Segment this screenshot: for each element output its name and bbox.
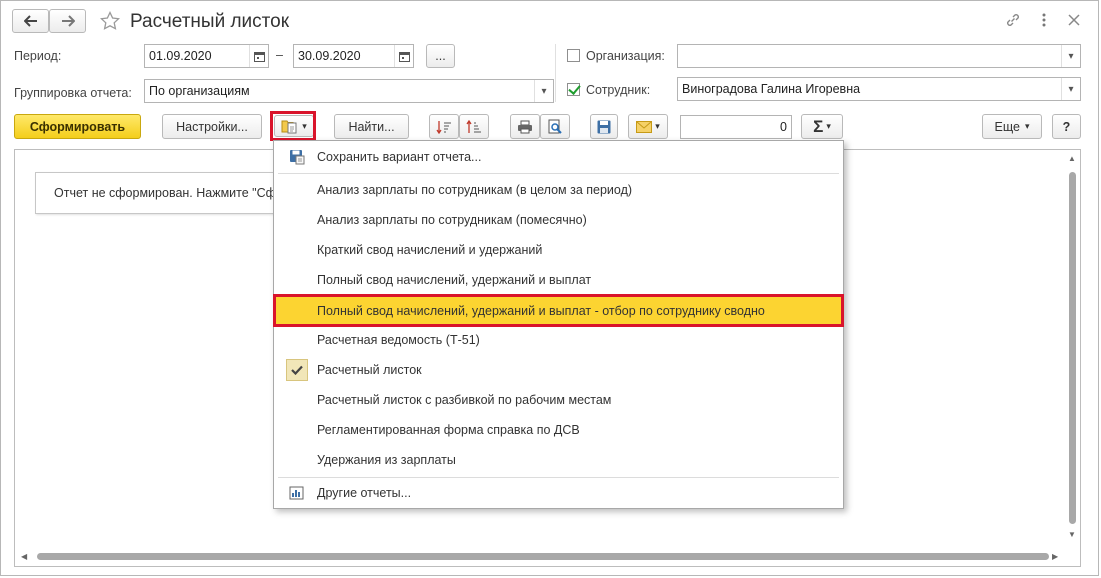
arrow-left-icon	[23, 15, 38, 27]
menu-item-label: Регламентированная форма справка по ДСВ	[317, 423, 580, 437]
amount-field[interactable]: 0	[680, 115, 792, 139]
link-icon[interactable]	[1005, 12, 1021, 28]
print-preview-icon	[547, 119, 563, 135]
menu-item-report-variant[interactable]: Удержания из зарплаты	[274, 445, 843, 475]
period-from-input[interactable]: 01.09.2020	[144, 44, 269, 68]
vertical-scroll-thumb[interactable]	[1069, 172, 1076, 524]
menu-item-report-variant-highlighted[interactable]: Полный свод начислений, удержаний и выпл…	[273, 294, 844, 327]
menu-item-other-reports[interactable]: Другие отчеты...	[274, 478, 843, 508]
arrow-right-icon	[61, 15, 75, 27]
period-select-button[interactable]: ...	[426, 44, 455, 68]
menu-item-label: Расчетный листок с разбивкой по рабочим …	[317, 393, 612, 407]
help-button[interactable]: ?	[1052, 114, 1081, 139]
other-reports-icon	[289, 485, 305, 501]
chevron-down-icon[interactable]: ▾	[1061, 45, 1080, 67]
highlight-frame-variants	[270, 111, 316, 141]
save-variant-icon	[289, 149, 305, 165]
employee-checkbox[interactable]	[567, 83, 580, 96]
envelope-icon	[636, 120, 653, 133]
menu-item-label: Полный свод начислений, удержаний и выпл…	[317, 273, 592, 287]
menu-item-report-variant[interactable]: Краткий свод начислений и удержаний	[274, 235, 843, 265]
floppy-disk-icon	[597, 120, 611, 134]
calendar-icon[interactable]	[394, 45, 413, 67]
printer-icon	[517, 120, 533, 134]
period-to-value: 30.09.2020	[298, 49, 361, 63]
menu-item-report-variant[interactable]: Анализ зарплаты по сотрудникам (в целом …	[274, 175, 843, 205]
menu-item-report-variant[interactable]: Регламентированная форма справка по ДСВ	[274, 415, 843, 445]
scroll-up-icon[interactable]: ▲	[1068, 154, 1076, 163]
report-variants-menu: Сохранить вариант отчета... Анализ зарпл…	[273, 140, 844, 509]
sum-icon: Σ	[813, 116, 824, 136]
settings-button[interactable]: Настройки...	[162, 114, 262, 139]
grouping-value: По организациям	[149, 84, 250, 98]
horizontal-scrollbar[interactable]: ◀ ▶	[17, 550, 1064, 563]
menu-item-label: Другие отчеты...	[317, 486, 412, 500]
sort-descending-button[interactable]	[429, 114, 459, 139]
menu-item-save-variant[interactable]: Сохранить вариант отчета...	[274, 142, 843, 172]
chevron-down-icon[interactable]: ▾	[534, 80, 553, 102]
period-from-value: 01.09.2020	[149, 49, 212, 63]
scroll-right-icon[interactable]: ▶	[1052, 552, 1058, 561]
menu-item-label: Анализ зарплаты по сотрудникам (помесячн…	[317, 213, 587, 227]
amount-value: 0	[780, 120, 787, 134]
menu-item-report-variant[interactable]: Расчетный листок с разбивкой по рабочим …	[274, 385, 843, 415]
more-button[interactable]: Еще ▾	[982, 114, 1042, 139]
forward-button[interactable]	[49, 9, 86, 33]
menu-item-label: Краткий свод начислений и удержаний	[317, 243, 543, 257]
more-label: Еще	[994, 119, 1020, 134]
chevron-down-icon: ▾	[655, 121, 660, 131]
menu-item-label: Анализ зарплаты по сотрудникам (в целом …	[317, 183, 633, 197]
organization-checkbox[interactable]	[567, 49, 580, 62]
sort-ascending-icon	[466, 119, 482, 134]
sum-button[interactable]: Σ ▾	[801, 114, 843, 139]
organization-label: Организация:	[586, 49, 665, 63]
print-button[interactable]	[510, 114, 540, 139]
period-to-input[interactable]: 30.09.2020	[293, 44, 414, 68]
divider-vertical	[555, 44, 556, 102]
generate-button[interactable]: Сформировать	[14, 114, 141, 139]
horizontal-scroll-thumb[interactable]	[37, 553, 1049, 560]
scroll-left-icon[interactable]: ◀	[21, 552, 27, 561]
chevron-down-icon: ▾	[826, 121, 831, 131]
close-icon[interactable]	[1066, 12, 1082, 28]
sort-ascending-button[interactable]	[459, 114, 489, 139]
menu-item-report-variant-current[interactable]: Расчетный листок	[274, 355, 843, 385]
save-button[interactable]	[590, 114, 618, 139]
employee-value: Виноградова Галина Игоревна	[682, 82, 861, 96]
employee-input[interactable]: Виноградова Галина Игоревна ▾	[677, 77, 1081, 101]
period-dash: –	[276, 48, 283, 62]
scroll-down-icon[interactable]: ▼	[1068, 530, 1076, 539]
find-button[interactable]: Найти...	[334, 114, 409, 139]
organization-input[interactable]: ▾	[677, 44, 1081, 68]
chevron-down-icon[interactable]: ▾	[1061, 78, 1080, 100]
menu-item-report-variant[interactable]: Расчетная ведомость (Т-51)	[274, 325, 843, 355]
grouping-select[interactable]: По организациям ▾	[144, 79, 554, 103]
menu-item-label: Расчетная ведомость (Т-51)	[317, 333, 480, 347]
page-title: Расчетный листок	[130, 11, 290, 32]
menu-item-label: Расчетный листок	[317, 363, 422, 377]
period-label: Период:	[14, 49, 62, 63]
menu-item-label: Удержания из зарплаты	[317, 453, 456, 467]
star-icon[interactable]	[99, 10, 121, 32]
calendar-icon[interactable]	[249, 45, 268, 67]
kebab-icon[interactable]	[1036, 12, 1052, 28]
grouping-label: Группировка отчета:	[14, 86, 132, 100]
checkmark-icon	[286, 359, 308, 381]
employee-label: Сотрудник:	[586, 83, 651, 97]
menu-separator	[278, 173, 839, 174]
vertical-scrollbar[interactable]: ▲ ▼	[1066, 152, 1078, 564]
menu-item-label: Полный свод начислений, удержаний и выпл…	[317, 303, 765, 318]
menu-item-label: Сохранить вариант отчета...	[317, 150, 482, 164]
sort-descending-icon	[436, 120, 452, 134]
print-preview-button[interactable]	[540, 114, 570, 139]
menu-item-report-variant[interactable]: Полный свод начислений, удержаний и выпл…	[274, 265, 843, 295]
send-email-button[interactable]: ▾	[628, 114, 668, 139]
menu-item-report-variant[interactable]: Анализ зарплаты по сотрудникам (помесячн…	[274, 205, 843, 235]
back-button[interactable]	[12, 9, 49, 33]
chevron-down-icon: ▾	[1024, 121, 1030, 131]
